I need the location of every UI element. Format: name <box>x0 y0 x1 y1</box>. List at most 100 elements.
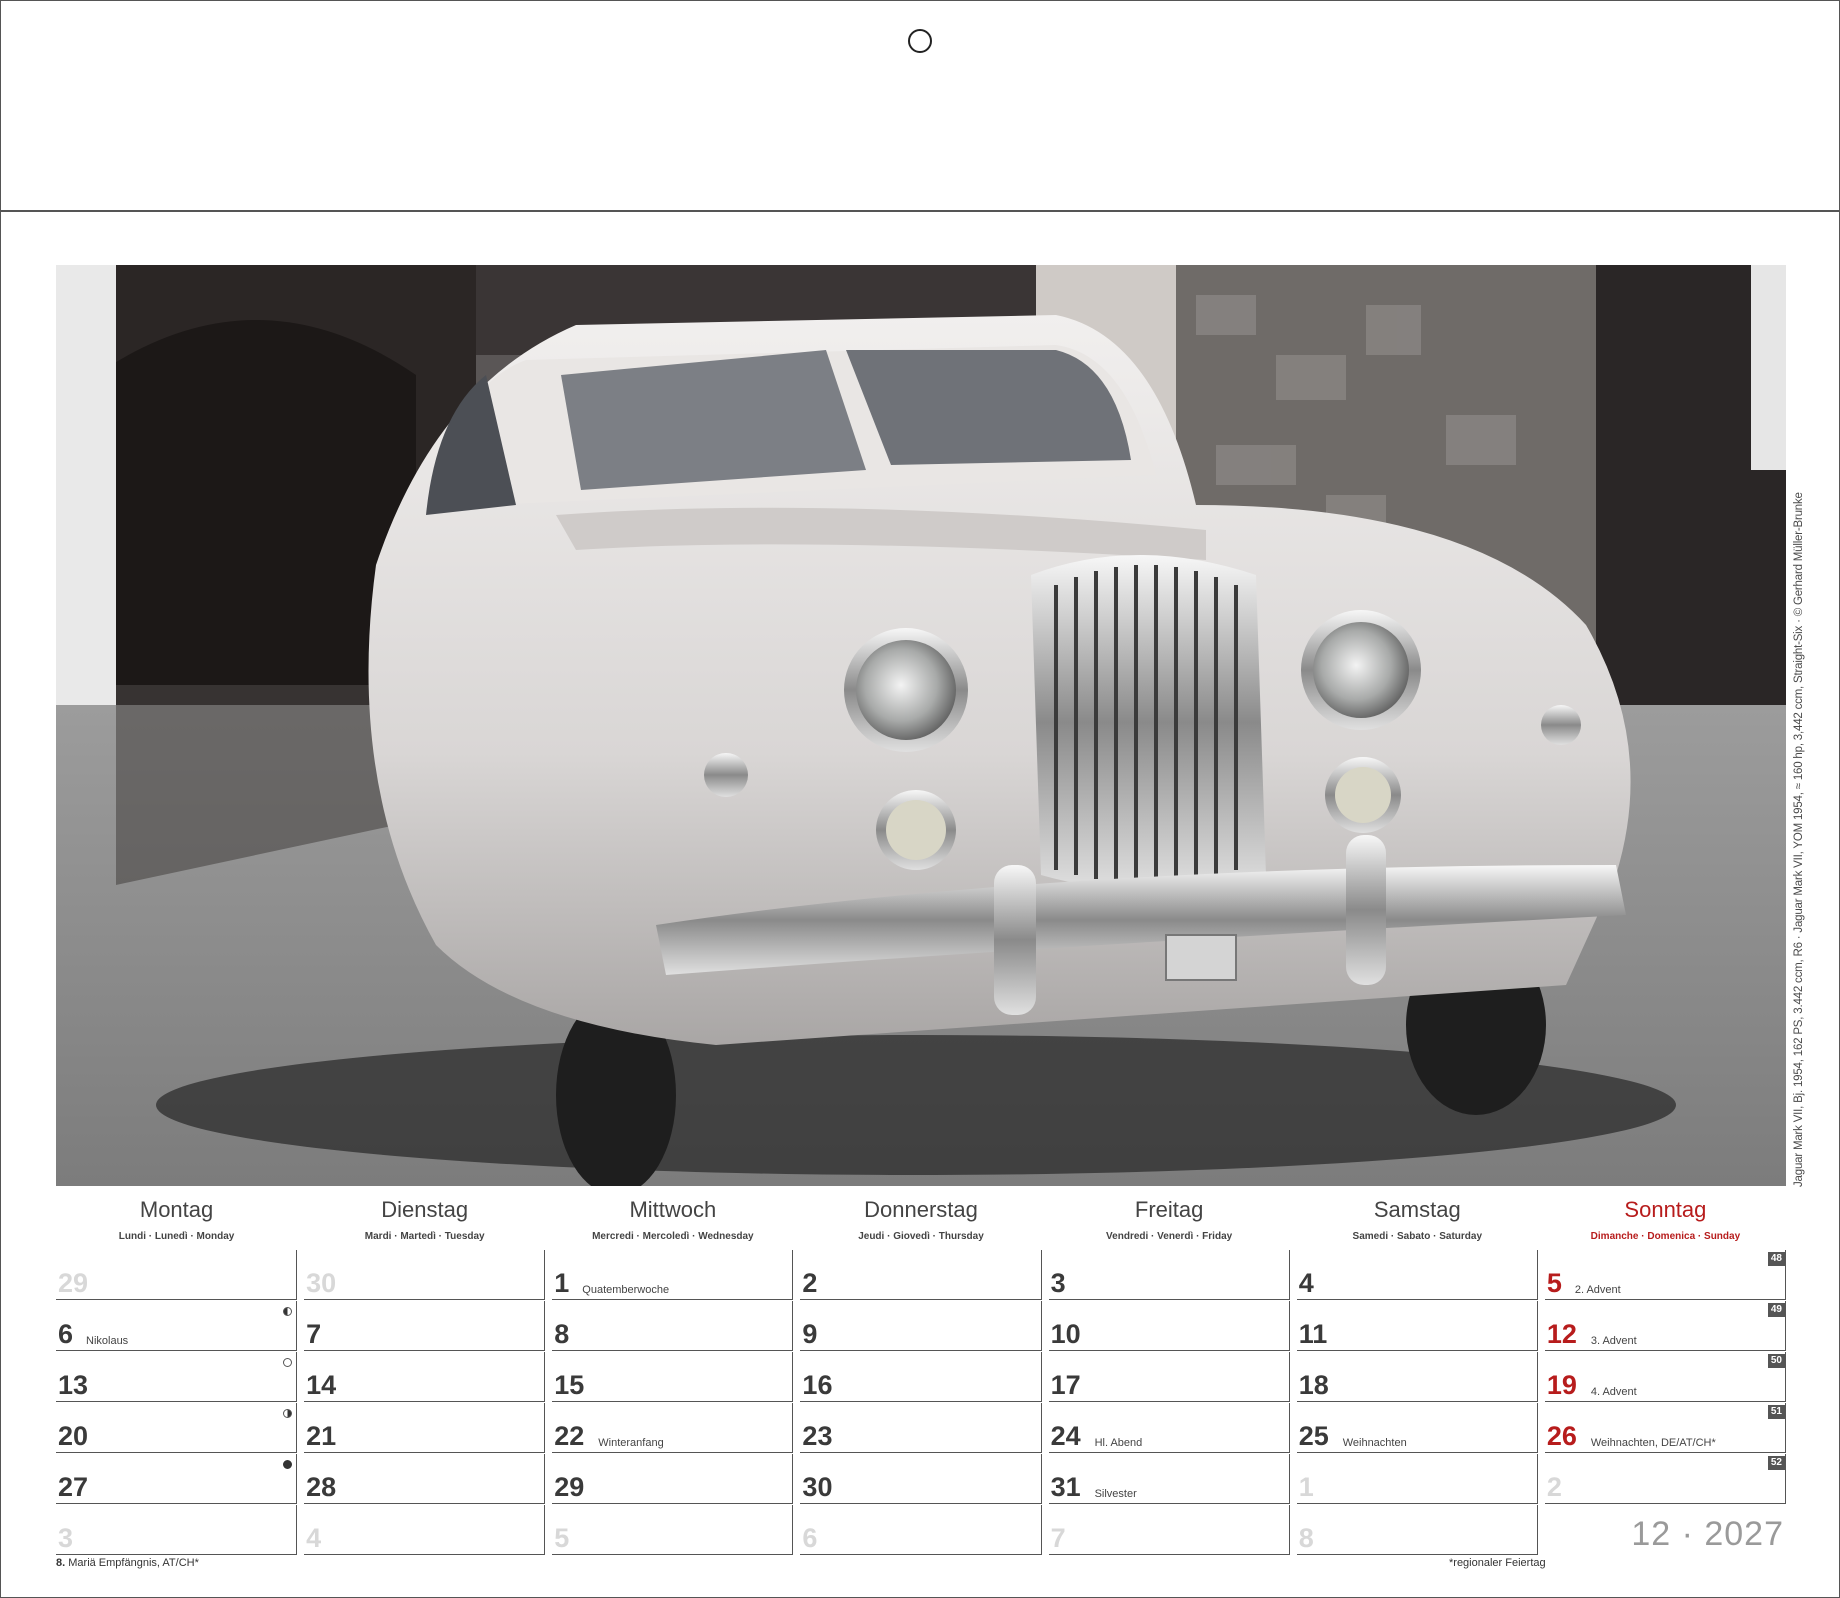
day-number: 9 <box>802 1319 818 1349</box>
footer-holiday-text: Mariä Empfängnis, AT/CH* <box>65 1557 199 1569</box>
calendar-page: Jaguar Mark VII, Bj. 1954, 162 PS, 3.442… <box>0 0 1840 1598</box>
day-number: 26 <box>1546 1421 1577 1451</box>
day-number: 6 <box>58 1319 74 1349</box>
weekday-translations: Lundi · Lunedì · Monday <box>118 1231 235 1242</box>
day-cell: 2 <box>800 1250 1042 1300</box>
day-number: 8 <box>554 1319 570 1349</box>
day-cell: 11 <box>1296 1301 1538 1351</box>
day-cell: 5 <box>552 1505 794 1555</box>
weekday-translations: Mercredi · Mercoledì · Wednesday <box>592 1231 754 1242</box>
day-number: 12 <box>1546 1319 1577 1349</box>
day-cell: 24 Hl. Abend <box>1048 1403 1290 1453</box>
week-number-badge: 49 <box>1767 1303 1785 1317</box>
weekday-header: Donnerstag Jeudi · Giovedì · Thursday <box>800 1193 1041 1249</box>
moon-phase-icon <box>283 1409 293 1418</box>
day-cell: 3 <box>1048 1250 1290 1300</box>
day-note: Winteranfang <box>598 1437 664 1449</box>
day-cell: 8 <box>1296 1505 1538 1555</box>
day-note: Hl. Abend <box>1094 1437 1143 1449</box>
weekday-header: Dienstag Mardi · Martedì · Tuesday <box>304 1193 545 1249</box>
weekday-translations: Samedi · Sabato · Saturday <box>1352 1231 1483 1242</box>
day-number: 20 <box>58 1421 89 1451</box>
weekday-name: Dienstag <box>381 1197 469 1222</box>
day-cell: 12 3. Advent 49 <box>1544 1301 1786 1351</box>
day-cell: 1 <box>1296 1454 1538 1504</box>
day-cell: 13 <box>56 1352 298 1402</box>
day-cell: 29 <box>56 1250 298 1300</box>
weekday-translations: Vendredi · Venerdì · Friday <box>1106 1231 1233 1242</box>
day-number: 29 <box>58 1268 89 1298</box>
day-note: Nikolaus <box>86 1335 129 1347</box>
day-cell: 30 <box>800 1454 1042 1504</box>
day-cell: 5 2. Advent 48 <box>1544 1250 1786 1300</box>
week-number-badge: 51 <box>1767 1405 1785 1419</box>
day-cell: 19 4. Advent 50 <box>1544 1352 1786 1402</box>
day-cell: 6 <box>800 1505 1042 1555</box>
day-number: 14 <box>306 1370 337 1400</box>
day-number: 5 <box>554 1523 570 1553</box>
day-cell: 17 <box>1048 1352 1290 1402</box>
day-number: 16 <box>802 1370 833 1400</box>
weekday-name: Sonntag <box>1624 1197 1707 1222</box>
day-number: 5 <box>1546 1268 1562 1298</box>
hanging-hole <box>908 29 932 53</box>
week-number-badge: 52 <box>1767 1456 1785 1470</box>
day-cell: 3 <box>56 1505 298 1555</box>
day-number: 23 <box>802 1421 833 1451</box>
day-number: 13 <box>58 1370 89 1400</box>
day-cell: 27 <box>56 1454 298 1504</box>
day-cell: 8 <box>552 1301 794 1351</box>
day-cell: 14 <box>304 1352 546 1402</box>
day-number: 25 <box>1298 1421 1329 1451</box>
weekday-header: Sonntag Dimanche · Domenica · Sunday <box>1545 1193 1786 1249</box>
day-note: Weihnachten <box>1342 1437 1407 1449</box>
weekday-name: Samstag <box>1373 1197 1461 1222</box>
photo-credit-text: Jaguar Mark VII, Bj. 1954, 162 PS, 3.442… <box>1793 492 1805 1187</box>
day-cell: 29 <box>552 1454 794 1504</box>
day-number: 3 <box>1050 1268 1066 1298</box>
day-cell: 1 Quatemberwoche <box>552 1250 794 1300</box>
day-number: 8 <box>1298 1523 1314 1553</box>
day-number: 30 <box>802 1472 833 1502</box>
day-number: 4 <box>306 1523 322 1553</box>
week-number-badge: 48 <box>1767 1252 1785 1266</box>
day-cell: 2 52 <box>1544 1454 1786 1504</box>
week-number-badge: 50 <box>1767 1354 1785 1368</box>
day-number: 2 <box>802 1268 818 1298</box>
day-cell: 10 <box>1048 1301 1290 1351</box>
day-note: 2. Advent <box>1574 1284 1621 1296</box>
day-note: Quatemberwoche <box>582 1284 670 1296</box>
day-cell: 26 Weihnachten, DE/AT/CH* 51 <box>1544 1403 1786 1453</box>
day-cell: 25 Weihnachten <box>1296 1403 1538 1453</box>
hanger-strip <box>1 1 1839 212</box>
car-illustration <box>56 265 1786 1186</box>
day-number: 15 <box>554 1370 585 1400</box>
photo-credit: Jaguar Mark VII, Bj. 1954, 162 PS, 3.442… <box>1789 492 1809 1187</box>
day-number: 28 <box>306 1472 337 1502</box>
day-number: 19 <box>1546 1370 1577 1400</box>
day-note: Weihnachten, DE/AT/CH* <box>1590 1437 1716 1449</box>
day-cell: 31 Silvester <box>1048 1454 1290 1504</box>
day-cell: 9 <box>800 1301 1042 1351</box>
footer-holiday-note: 8. Mariä Empfängnis, AT/CH* <box>56 1557 199 1569</box>
day-cell: 23 <box>800 1403 1042 1453</box>
weekday-translations: Dimanche · Domenica · Sunday <box>1590 1231 1741 1242</box>
day-number: 1 <box>554 1268 570 1298</box>
day-note: 3. Advent <box>1590 1335 1637 1347</box>
day-cell: 30 <box>304 1250 546 1300</box>
day-cell: 16 <box>800 1352 1042 1402</box>
day-number: 10 <box>1050 1319 1081 1349</box>
day-cell: 6 Nikolaus <box>56 1301 298 1351</box>
month-year-label: 12 · 2027 <box>1631 1515 1784 1553</box>
weekday-header: Mittwoch Mercredi · Mercoledì · Wednesday <box>552 1193 793 1249</box>
weekday-name: Montag <box>139 1197 214 1222</box>
day-number: 31 <box>1050 1472 1081 1502</box>
weekday-header: Montag Lundi · Lunedì · Monday <box>56 1193 297 1249</box>
day-cell: 18 <box>1296 1352 1538 1402</box>
day-number: 29 <box>554 1472 585 1502</box>
moon-phase-icon <box>283 1358 293 1367</box>
day-cell: 4 <box>1296 1250 1538 1300</box>
day-number: 1 <box>1298 1472 1314 1502</box>
day-number: 2 <box>1546 1472 1562 1502</box>
day-number: 7 <box>306 1319 322 1349</box>
